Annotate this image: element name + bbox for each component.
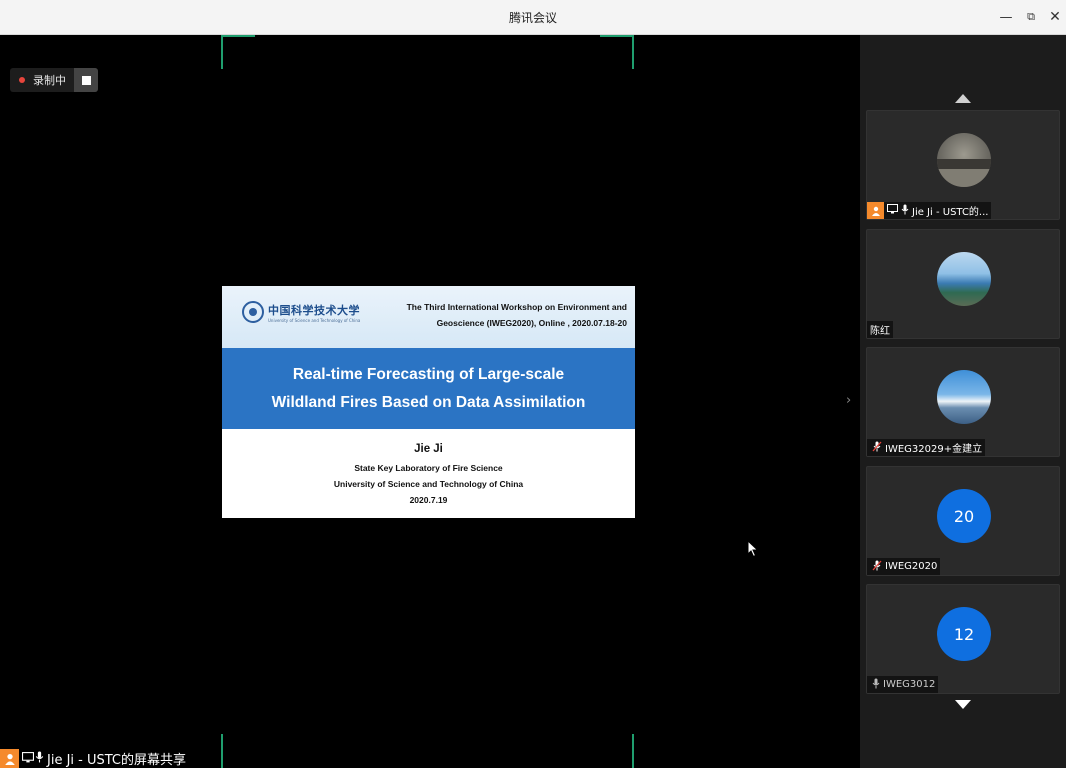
close-button[interactable]: ✕	[1046, 8, 1064, 26]
recording-dot-icon	[19, 77, 25, 83]
title-bar: 腾讯会议 — ⧉ ✕	[0, 0, 1066, 35]
host-badge-icon	[0, 749, 19, 768]
slide-author: Jie Ji	[414, 443, 443, 455]
share-frame-corner	[632, 35, 634, 69]
host-badge-icon	[867, 202, 884, 219]
screen-share-name-tag: Jie Ji - USTC的屏幕共享	[0, 749, 186, 768]
window-title: 腾讯会议	[508, 11, 557, 25]
restore-icon: ⧉	[1027, 10, 1035, 23]
slide-affiliation: University of Science and Technology of …	[333, 479, 524, 489]
university-logo: 中国科学技术大学 University of Science and Techn…	[242, 301, 360, 323]
share-frame-corner	[221, 734, 223, 768]
presentation-slide: 中国科学技术大学 University of Science and Techn…	[222, 286, 635, 518]
sharer-name: Jie Ji - USTC的屏幕共享	[47, 753, 187, 768]
participant-nameplate: IWEG32029+金建立	[867, 439, 986, 456]
expand-sidebar-chevron-icon[interactable]: ›	[846, 393, 851, 408]
minimize-button[interactable]: —	[997, 8, 1015, 26]
stop-recording-button[interactable]	[74, 68, 98, 92]
avatar	[937, 133, 991, 187]
microphone-icon	[901, 204, 909, 218]
stop-icon	[81, 75, 91, 85]
participant-sidebar: Jie Ji - USTC的... 陈红 IWEG32029+金建立 20 IW…	[860, 35, 1066, 768]
participant-name: Jie Ji - USTC的...	[912, 207, 989, 218]
slide-header: 中国科学技术大学 University of Science and Techn…	[222, 286, 635, 348]
slide-title-line: Wildland Fires Based on Data Assimilatio…	[271, 393, 586, 411]
recording-label: 录制中	[33, 74, 66, 87]
slide-date: 2020.7.19	[409, 495, 448, 505]
microphone-icon	[35, 751, 44, 766]
microphone-muted-icon	[872, 441, 882, 455]
screen-share-icon	[22, 751, 34, 766]
scroll-down-arrow-icon[interactable]	[955, 700, 971, 709]
scroll-up-arrow-icon[interactable]	[955, 94, 971, 103]
avatar	[937, 252, 991, 306]
microphone-muted-icon	[872, 560, 882, 574]
participant-nameplate: 陈红	[867, 321, 893, 338]
participant-tile[interactable]: 12 IWEG3012	[866, 584, 1060, 694]
avatar	[937, 370, 991, 424]
meeting-window: 腾讯会议 — ⧉ ✕ 录制中 中国科学技术大学 University of Sc…	[0, 0, 1066, 768]
participant-nameplate: IWEG3012	[867, 676, 939, 693]
workshop-info: The Third International Workshop on Envi…	[377, 299, 627, 331]
participant-nameplate: Jie Ji - USTC的...	[867, 202, 992, 219]
university-name: 中国科学技术大学	[268, 303, 360, 317]
university-name-en: University of Science and Technology of …	[268, 317, 361, 323]
participant-name: IWEG2020	[885, 561, 938, 572]
share-frame-corner	[221, 35, 255, 37]
participant-name: 陈红	[870, 326, 890, 337]
close-icon: ✕	[1049, 9, 1061, 25]
workshop-line: The Third International Workshop on Envi…	[406, 302, 627, 312]
screen-share-icon	[887, 204, 898, 217]
participant-tile[interactable]: 20 IWEG2020	[866, 466, 1060, 576]
participant-name: IWEG32029+金建立	[885, 444, 983, 455]
share-frame-corner	[632, 734, 634, 768]
workshop-line: Geoscience (IWEG2020), Online , 2020.07.…	[436, 318, 627, 328]
avatar: 12	[937, 607, 991, 661]
minimize-icon: —	[999, 9, 1013, 25]
microphone-icon	[872, 678, 880, 692]
shared-screen-stage: 录制中 中国科学技术大学 University of Science and T…	[0, 35, 860, 768]
slide-title-line: Real-time Forecasting of Large-scale	[292, 365, 565, 383]
share-frame-corner	[600, 35, 634, 37]
university-seal-icon	[242, 301, 264, 323]
participant-tile[interactable]: 陈红	[866, 229, 1060, 339]
participant-tile[interactable]: IWEG32029+金建立	[866, 347, 1060, 457]
participant-nameplate: IWEG2020	[867, 558, 941, 575]
mouse-cursor-icon	[747, 540, 759, 558]
restore-button[interactable]: ⧉	[1022, 8, 1040, 26]
share-frame-corner	[221, 35, 223, 69]
slide-affiliation: State Key Laboratory of Fire Science	[354, 463, 503, 473]
avatar: 20	[937, 489, 991, 543]
participant-tile[interactable]: Jie Ji - USTC的...	[866, 110, 1060, 220]
participant-name: IWEG3012	[883, 679, 936, 690]
slide-author-block: Jie Ji State Key Laboratory of Fire Scie…	[222, 429, 635, 518]
slide-title-band: Real-time Forecasting of Large-scale Wil…	[222, 348, 635, 429]
recording-indicator: 录制中	[10, 68, 98, 92]
